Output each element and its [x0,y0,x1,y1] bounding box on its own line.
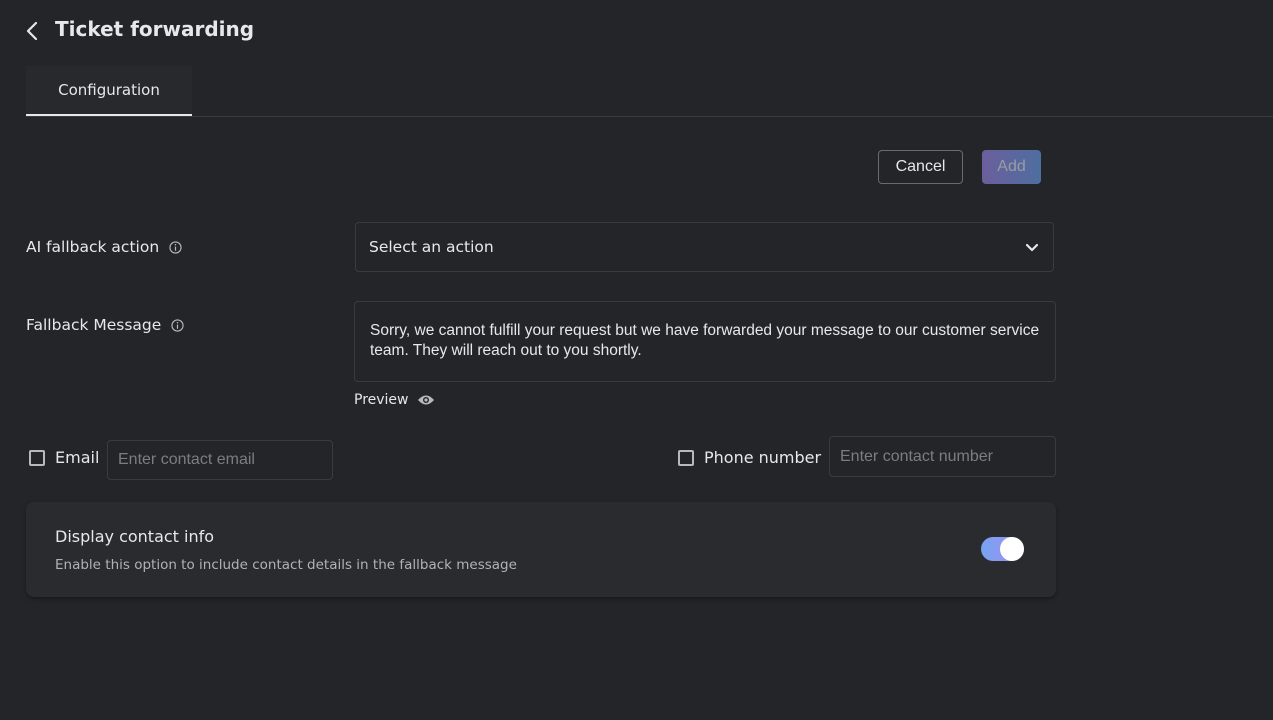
tab-divider [26,116,1273,117]
select-value: Select an action [369,238,494,256]
ai-fallback-action-label-text: AI fallback action [26,238,160,256]
fallback-message-textarea[interactable]: Sorry, we cannot fulfill your request bu… [354,301,1056,382]
preview-label: Preview [354,392,409,408]
toggle-knob [1000,537,1024,561]
fallback-message-label-text: Fallback Message [26,316,162,334]
ai-fallback-action-label: AI fallback action [26,238,182,256]
display-contact-card: Display contact info Enable this option … [26,502,1056,597]
display-contact-title: Display contact info [55,527,215,546]
back-button[interactable] [22,20,44,42]
preview-button[interactable]: Preview [354,392,435,408]
email-input[interactable] [107,440,333,480]
email-checkbox[interactable] [29,449,45,466]
phone-input[interactable] [829,436,1056,477]
fallback-message-label: Fallback Message [26,316,184,334]
tab-configuration[interactable]: Configuration [26,66,192,116]
display-contact-description: Enable this option to include contact de… [55,557,517,573]
phone-label: Phone number [704,448,822,467]
add-button[interactable]: Add [982,150,1041,184]
info-icon[interactable] [169,240,182,254]
info-icon[interactable] [171,318,184,332]
phone-checkbox[interactable] [678,449,694,466]
chevron-down-icon [1025,243,1039,252]
display-contact-toggle[interactable] [981,537,1024,561]
page-title: Ticket forwarding [55,17,255,41]
email-option: Email [29,448,99,467]
ai-fallback-action-select[interactable]: Select an action [355,222,1054,272]
email-label: Email [55,448,100,467]
phone-option: Phone number [678,448,821,467]
eye-icon [417,395,434,405]
cancel-button[interactable]: Cancel [878,150,963,184]
chevron-left-icon [26,21,38,41]
